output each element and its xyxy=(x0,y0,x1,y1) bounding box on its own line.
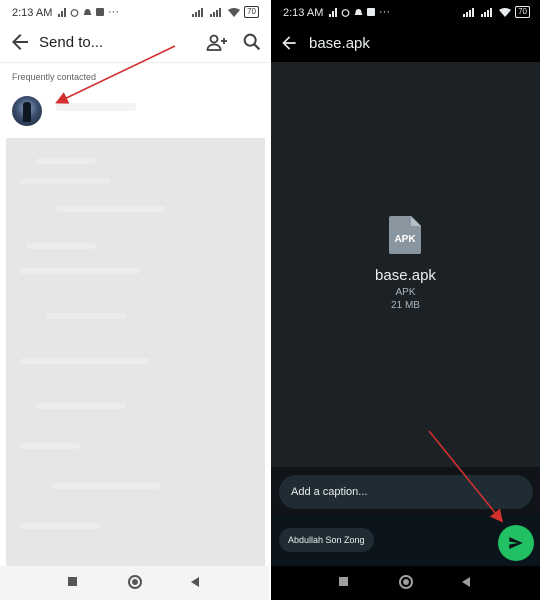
wifi-icon xyxy=(499,7,512,17)
status-time: 2:13 AM xyxy=(283,7,324,19)
notification-icons: ··· xyxy=(58,6,119,18)
recents-button[interactable] xyxy=(68,577,77,586)
compose-area: Add a caption... Abdullah Son Zong xyxy=(271,467,540,566)
status-bar: 2:13 AM ··· 70 xyxy=(271,0,540,26)
file-preview-area: APK base.apk APK 21 MB xyxy=(271,62,540,467)
file-name: base.apk xyxy=(375,267,436,284)
file-preview-screen: 2:13 AM ··· 70 base.apk APK base.apk APK… xyxy=(271,0,540,600)
cell-signal-2-icon xyxy=(210,7,222,17)
system-icons: 70 xyxy=(192,6,259,18)
recipient-name: Abdullah Son Zong xyxy=(288,535,365,545)
wifi-icon xyxy=(228,7,241,17)
recipient-bar: Abdullah Son Zong xyxy=(271,516,540,566)
caption-input[interactable]: Add a caption... xyxy=(279,475,533,509)
file-type: APK xyxy=(395,287,416,298)
navigation-bar xyxy=(271,566,540,600)
apk-file-icon: APK xyxy=(389,216,421,254)
home-button[interactable] xyxy=(128,575,142,589)
battery-icon: 70 xyxy=(244,6,259,18)
add-person-icon[interactable] xyxy=(205,31,229,55)
apk-file-icon-label: APK xyxy=(394,234,416,245)
system-icons: 70 xyxy=(463,6,530,18)
more-notifications-icon: ··· xyxy=(108,6,119,18)
file-size: 21 MB xyxy=(391,300,420,311)
contact-list-blurred xyxy=(6,138,265,566)
facebook-icon xyxy=(96,8,104,16)
contact-avatar[interactable] xyxy=(12,96,42,126)
snapchat-icon xyxy=(83,8,92,15)
signal-icon xyxy=(329,7,337,17)
notification-icons: ··· xyxy=(329,6,390,18)
navigation-bar xyxy=(0,566,269,600)
signal-icon xyxy=(58,7,66,17)
recents-button[interactable] xyxy=(339,577,348,586)
facebook-icon xyxy=(367,8,375,16)
file-preview-header: base.apk xyxy=(271,26,540,62)
alarm-icon xyxy=(70,8,79,17)
send-to-header: Send to... xyxy=(0,26,269,60)
caption-placeholder: Add a caption... xyxy=(291,486,368,498)
home-button[interactable] xyxy=(399,575,413,589)
recipient-chip[interactable]: Abdullah Son Zong xyxy=(279,528,374,552)
alarm-icon xyxy=(341,8,350,17)
cell-signal-icon xyxy=(192,7,204,17)
send-button[interactable] xyxy=(498,525,534,561)
frequently-contacted-label: Frequently contacted xyxy=(12,72,97,82)
cell-signal-2-icon xyxy=(481,7,493,17)
back-button[interactable] xyxy=(191,577,199,587)
back-button[interactable] xyxy=(462,577,470,587)
status-bar: 2:13 AM ··· 70 xyxy=(0,0,269,26)
arrow-left-icon[interactable] xyxy=(279,33,299,53)
more-notifications-icon: ··· xyxy=(379,6,390,18)
arrow-left-icon[interactable] xyxy=(8,30,32,54)
page-title: Send to... xyxy=(39,34,104,51)
page-title: base.apk xyxy=(309,35,370,52)
send-icon xyxy=(509,537,523,549)
status-time: 2:13 AM xyxy=(12,7,53,19)
cell-signal-icon xyxy=(463,7,475,17)
header-divider xyxy=(0,62,269,63)
search-icon[interactable] xyxy=(241,31,263,53)
send-to-screen: 2:13 AM ··· 70 Send to... Frequently con… xyxy=(0,0,269,600)
contact-name-blurred[interactable] xyxy=(56,103,136,111)
battery-icon: 70 xyxy=(515,6,530,18)
snapchat-icon xyxy=(354,8,363,15)
